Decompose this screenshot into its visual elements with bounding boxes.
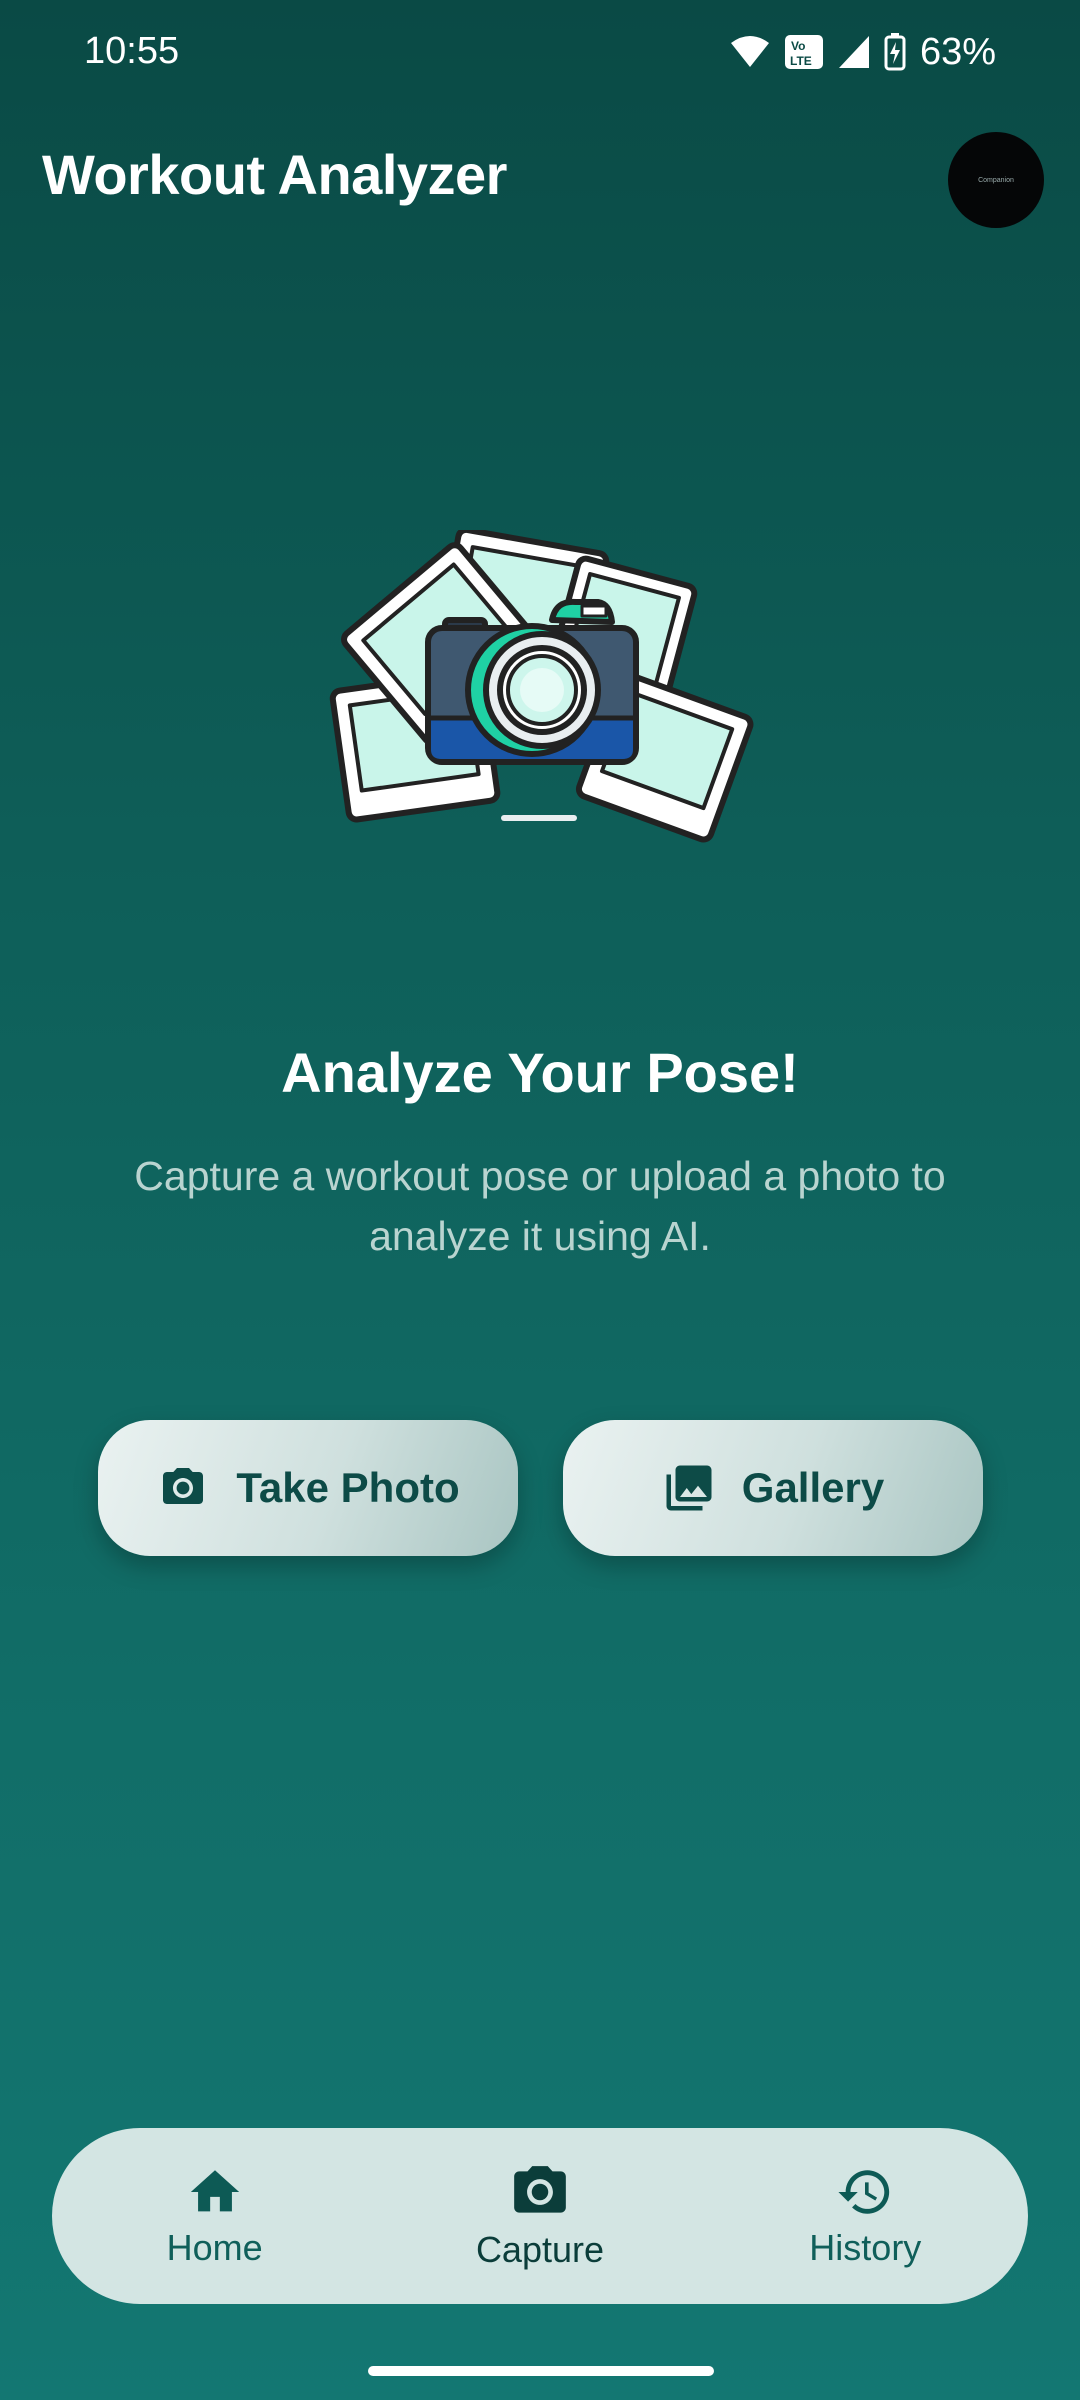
home-icon [190,2170,239,2212]
bottom-navigation: Home Capture History [52,2128,1028,2304]
home-indicator[interactable] [368,2366,714,2376]
profile-avatar[interactable]: Companion [948,132,1044,228]
battery-percentage: 63% [919,30,996,73]
headline: Analyze Your Pose! [281,1041,799,1104]
avatar-label: Companion [978,176,1014,184]
nav-label-capture: Capture [475,2229,605,2270]
svg-text:Vo: Vo [791,39,805,53]
battery-icon [884,33,906,71]
take-photo-label: Take Photo [236,1464,460,1511]
camera-icon [163,1468,204,1504]
volte-icon: Vo LTE [784,35,823,69]
status-bar: 10:55 Vo LTE 63% [0,0,1080,104]
nav-label-history: History [809,2227,922,2268]
nav-item-capture[interactable]: Capture [420,2161,660,2271]
take-photo-button[interactable]: Take Photo [98,1420,518,1556]
gallery-label: Gallery [741,1464,885,1511]
wifi-icon [730,36,769,67]
photo-library-icon [666,1465,712,1511]
app-title: Workout Analyzer [42,143,507,206]
nav-item-home[interactable]: Home [95,2163,335,2269]
history-icon [838,2170,890,2214]
nav-label-home: Home [166,2227,263,2268]
svg-text:LTE: LTE [790,54,812,68]
gallery-button[interactable]: Gallery [563,1420,983,1556]
camera-photos-illustration [329,530,754,843]
nav-item-history[interactable]: History [745,2163,985,2269]
status-icons: Vo LTE 63% [730,30,996,74]
camera-icon [514,2166,566,2213]
status-time: 10:55 [84,30,180,72]
description: Capture a workout pose or upload a photo… [134,1153,946,1259]
signal-icon [838,36,869,68]
